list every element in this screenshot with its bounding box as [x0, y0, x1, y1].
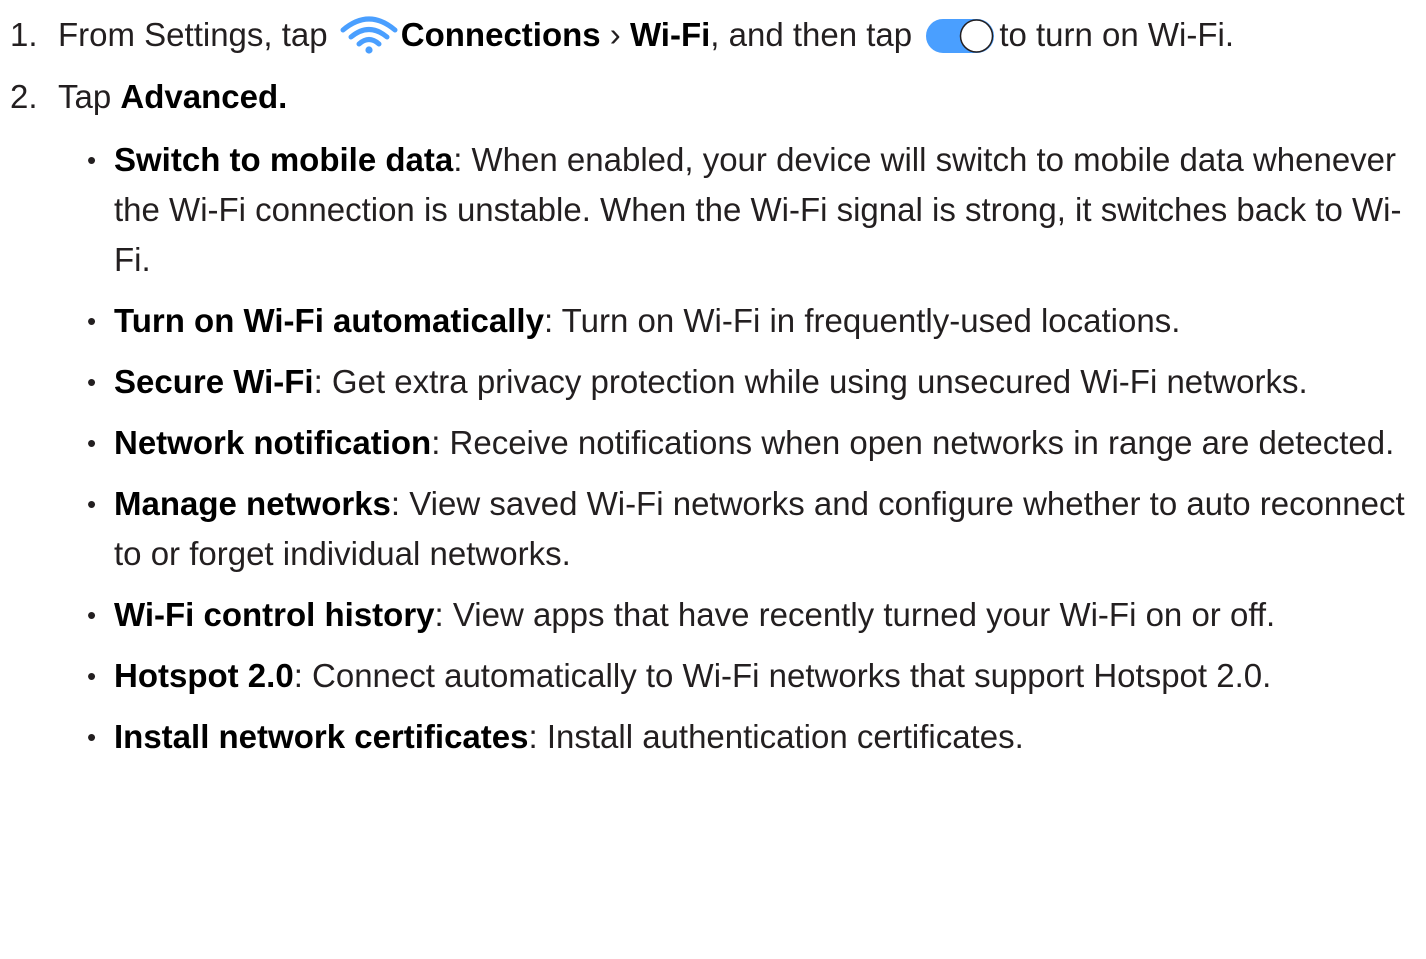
toggle-switch-icon — [925, 18, 995, 54]
option-description: : Install authentication certificates. — [528, 718, 1024, 755]
bullet-icon: • — [87, 661, 97, 691]
option-description: : Turn on Wi-Fi in frequently-used locat… — [543, 302, 1181, 339]
option-term: Secure Wi-Fi — [114, 363, 314, 400]
option-description: : Receive notifications when open networ… — [431, 424, 1395, 461]
step-1-text-after: to turn on Wi-Fi. — [999, 16, 1235, 53]
list-item: • Install network certificates: Install a… — [0, 712, 1426, 762]
step-1-number: 1. — [10, 16, 38, 53]
bullet-icon: • — [87, 367, 97, 397]
wifi-icon — [337, 14, 401, 54]
breadcrumb-separator: › — [600, 16, 630, 53]
option-term: Network notification — [114, 424, 432, 461]
list-item: • Secure Wi-Fi: Get extra privacy protect… — [0, 357, 1426, 407]
step-2-number: 2. — [10, 78, 38, 115]
bullet-icon: • — [87, 722, 97, 752]
option-term: Turn on Wi-Fi automatically — [114, 302, 544, 339]
option-term: Install network certificates — [114, 718, 529, 755]
step-2: 2. Tap Advanced. — [10, 77, 287, 117]
option-description: : View apps that have recently turned yo… — [434, 596, 1276, 633]
option-term: Hotspot 2.0 — [114, 657, 294, 694]
bullet-icon: • — [87, 428, 97, 458]
list-item: • Switch to mobile data: When enabled, yo… — [0, 135, 1426, 285]
step-1: 1. From Settings, tap Connections › Wi-Fi… — [10, 14, 1234, 55]
option-term: Manage networks — [114, 485, 391, 522]
step-2-text: Tap — [58, 78, 112, 115]
option-term: Wi-Fi control history — [114, 596, 435, 633]
advanced-options-list: • Switch to mobile data: When enabled, yo… — [0, 135, 1426, 773]
connections-label: Connections — [400, 16, 601, 53]
step-1-text-before: From Settings, tap — [58, 16, 328, 53]
bullet-icon: • — [87, 145, 97, 175]
bullet-icon: • — [87, 306, 97, 336]
list-item: • Manage networks: View saved Wi-Fi netwo… — [0, 479, 1426, 579]
option-description: : Connect automatically to Wi-Fi network… — [293, 657, 1272, 694]
instructions-page: 1. From Settings, tap Connections › Wi-Fi… — [0, 0, 1426, 959]
bullet-icon: • — [87, 600, 97, 630]
list-item: • Turn on Wi-Fi automatically: Turn on Wi… — [0, 296, 1426, 346]
advanced-label: Advanced. — [120, 78, 288, 115]
option-term: Switch to mobile data — [114, 141, 454, 178]
wifi-label: Wi-Fi — [629, 16, 711, 53]
bullet-icon: • — [87, 489, 97, 519]
list-item: • Network notification: Receive notificat… — [0, 418, 1426, 468]
option-description: : Get extra privacy protection while usi… — [313, 363, 1308, 400]
step-1-text-middle: , and then tap — [710, 16, 913, 53]
list-item: • Hotspot 2.0: Connect automatically to W… — [0, 651, 1426, 701]
list-item: • Wi-Fi control history: View apps that h… — [0, 590, 1426, 640]
